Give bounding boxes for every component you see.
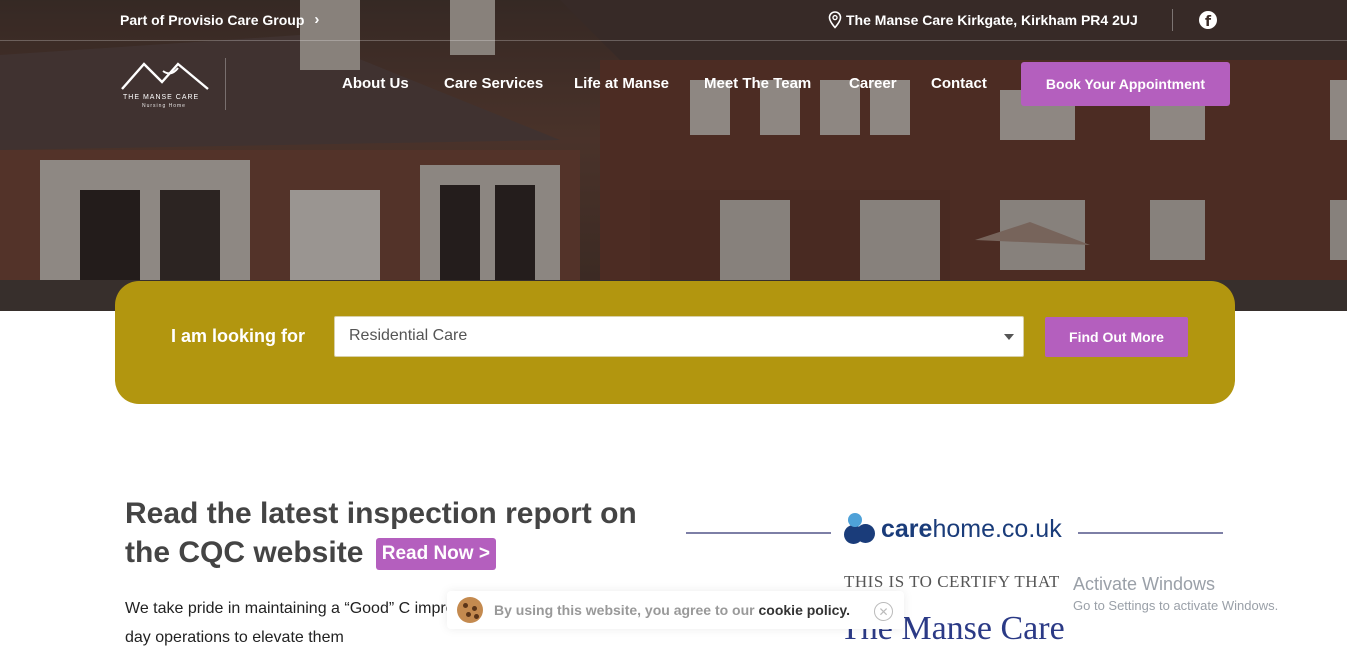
facebook-icon[interactable]: f (1199, 11, 1217, 29)
nav-item-meet-the-team[interactable]: Meet The Team (704, 75, 811, 92)
care-type-value: Residential Care (349, 327, 468, 344)
cookie-banner: By using this website, you agree to our … (447, 591, 904, 629)
carehome-dots-icon (842, 512, 876, 546)
carehome-logo: carehome.co.uk (842, 512, 1062, 546)
group-link-label: Part of Provisio Care Group (120, 11, 305, 28)
site-logo[interactable]: THE MANSE CARE Nursing Home (120, 58, 226, 110)
nav-item-contact[interactable]: Contact (931, 75, 987, 92)
group-link[interactable]: Part of Provisio Care Group › (120, 11, 319, 28)
close-icon[interactable]: ✕ (874, 602, 893, 621)
nav-item-career[interactable]: Career (849, 75, 897, 92)
care-search-panel: I am looking for Residential Care Find O… (115, 281, 1235, 404)
topbar-divider (1172, 9, 1173, 31)
logo-name: THE MANSE CARE (123, 94, 200, 101)
read-now-button[interactable]: Read Now > (375, 538, 496, 571)
address[interactable]: The Manse Care Kirkgate, Kirkham PR4 2UJ (828, 11, 1138, 29)
nav-item-care-services[interactable]: Care Services (444, 75, 543, 92)
cookie-text: By using this website, you agree to our … (494, 602, 850, 618)
certificate-rule-left (686, 532, 831, 534)
hero-banner: Part of Provisio Care Group › The Manse … (0, 0, 1347, 311)
carehome-brand: carehome.co.uk (881, 514, 1062, 543)
nav-item-life-at-manse[interactable]: Life at Manse (574, 75, 669, 92)
find-out-more-button[interactable]: Find Out More (1045, 317, 1188, 357)
top-bar: Part of Provisio Care Group › The Manse … (0, 0, 1347, 41)
hero-overlay (0, 0, 1347, 311)
certify-text: THIS IS TO CERTIFY THAT (844, 572, 1060, 591)
activate-windows-watermark: Activate Windows Go to Settings to activ… (1073, 574, 1278, 613)
inspection-headline: Read the latest inspection report on the… (125, 494, 665, 572)
search-label: I am looking for (171, 326, 306, 346)
activate-title: Activate Windows (1073, 574, 1216, 594)
care-type-select[interactable]: Residential Care (334, 316, 1024, 357)
logo-mountains-icon (121, 62, 209, 90)
activate-subtitle: Go to Settings to activate Windows. (1073, 598, 1279, 613)
cookie-icon (457, 597, 483, 623)
certificate-rule-right (1078, 532, 1223, 534)
caret-down-icon (1004, 334, 1014, 340)
cookie-policy-link[interactable]: cookie policy. (759, 602, 851, 618)
address-label: The Manse Care Kirkgate, Kirkham PR4 2UJ (846, 12, 1138, 28)
map-pin-icon (828, 11, 842, 29)
nav-item-about[interactable]: About Us (342, 75, 409, 92)
logo-subtitle: Nursing Home (142, 103, 186, 109)
cookie-message: By using this website, you agree to our (494, 602, 759, 618)
book-appointment-button[interactable]: Book Your Appointment (1021, 62, 1230, 106)
chevron-right-icon: › (314, 11, 320, 28)
